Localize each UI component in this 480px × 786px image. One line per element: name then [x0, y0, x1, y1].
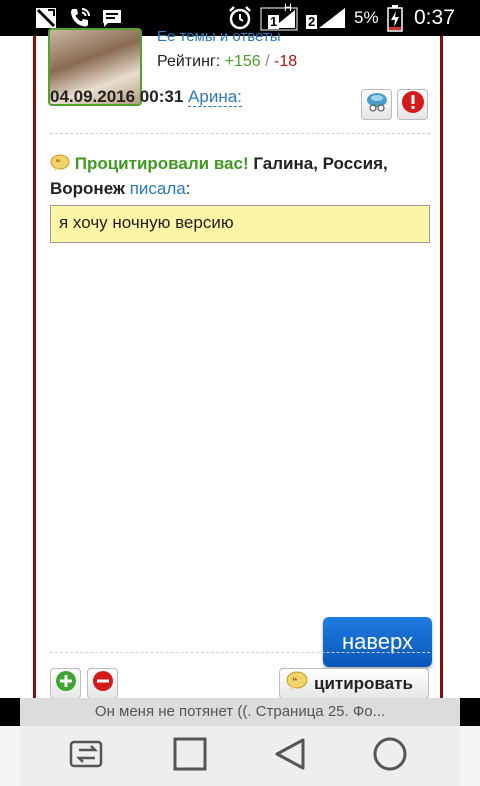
rating-separator: /: [260, 53, 275, 70]
back-triangle-icon: [273, 737, 307, 776]
forum-page: Ее темы и ответы Рейтинг: +156 / -18 04.…: [0, 28, 480, 699]
recent-apps-button[interactable]: [168, 736, 212, 776]
battery-charging-icon: [386, 0, 404, 36]
report-button[interactable]: [397, 89, 428, 120]
colon: :: [185, 179, 191, 198]
navigation-bar-inner: [20, 726, 460, 786]
cite-label: цитировать: [314, 673, 413, 693]
plus-icon: [55, 670, 77, 697]
dual-sim-switch-icon: [69, 738, 111, 775]
square-icon: [173, 737, 207, 776]
post-dateline: 04.09.2016 00:31 Арина:: [50, 87, 242, 107]
battery-percent: 5%: [354, 8, 379, 27]
svg-text:“: “: [56, 158, 61, 169]
rating-plus: +156: [224, 53, 261, 70]
minus-icon: [92, 670, 114, 697]
rating: Рейтинг: +156 / -18: [157, 53, 297, 71]
topics-link[interactable]: Ее темы и ответы: [157, 28, 281, 45]
switch-sim-button[interactable]: [68, 736, 112, 776]
quote-text: я хочу ночную версию: [50, 205, 430, 243]
divider: [50, 133, 430, 134]
navigation-bar: [0, 726, 480, 786]
warning-icon: [401, 90, 425, 119]
author-link[interactable]: Арина:: [188, 87, 242, 107]
quote-icon: “: [50, 154, 70, 178]
post-frame: [33, 36, 443, 698]
browser-tab-title[interactable]: Он меня не потянет ((. Страница 25. Фо..…: [20, 698, 460, 726]
wrote-link[interactable]: писала: [130, 179, 186, 198]
cite-button[interactable]: “ цитировать: [279, 668, 429, 699]
quote-header: “ Процитировали вас! Галина, Россия, Вор…: [50, 153, 430, 200]
to-top-button[interactable]: наверх: [323, 617, 432, 667]
rate-plus-button[interactable]: [50, 668, 81, 699]
rate-minus-button[interactable]: [87, 668, 118, 699]
rating-minus: -18: [274, 53, 298, 70]
back-button[interactable]: [268, 736, 312, 776]
rating-label: Рейтинг:: [157, 53, 221, 70]
divider: [50, 652, 430, 653]
private-message-button[interactable]: [361, 89, 392, 120]
message-icon: [365, 91, 389, 118]
clock: 0:37: [414, 6, 455, 29]
home-button[interactable]: [368, 736, 412, 776]
post-date: 04.09.2016 00:31: [50, 87, 184, 106]
sim1-label: 1: [268, 14, 280, 29]
network-type-label: H: [284, 2, 292, 14]
quote-icon: “: [286, 671, 308, 696]
circle-icon: [372, 736, 408, 777]
quote-prefix: Процитировали вас!: [74, 154, 249, 173]
sim2-label: 2: [306, 14, 318, 29]
svg-text:“: “: [292, 676, 298, 688]
